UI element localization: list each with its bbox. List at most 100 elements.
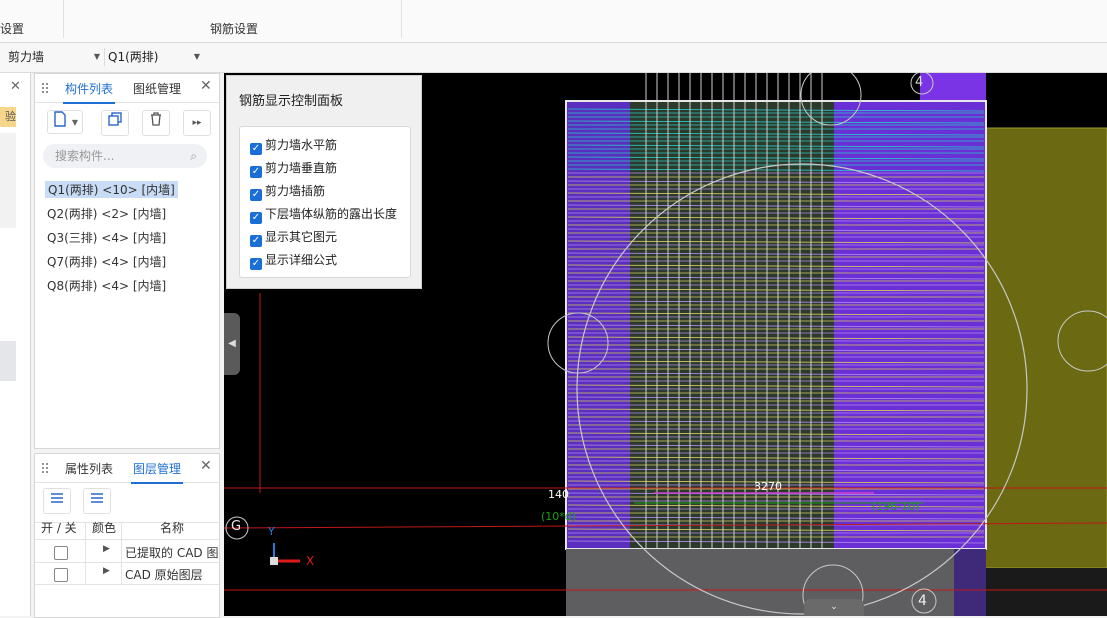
- formula-text: (10*d): [541, 510, 577, 523]
- option-label: 剪力墙水平筋: [265, 138, 338, 152]
- component-list-panel: 构件列表 图纸管理 ✕ ▼ ▸▸ 搜索构件... ⌕ Q1(两排) <10> […: [34, 73, 220, 449]
- option-label: 剪力墙垂直筋: [265, 161, 338, 175]
- layer-toggle-checkbox[interactable]: [54, 546, 68, 560]
- left-nav-panel: ✕ 验: [0, 73, 31, 616]
- table-divider: [35, 539, 219, 540]
- table-divider: [35, 562, 219, 563]
- close-icon[interactable]: ✕: [200, 78, 212, 94]
- rebar-display-control-panel: 钢筋显示控制面板 ✓ 剪力墙水平筋 ✓ 剪力墙垂直筋 ✓ 剪力墙插筋 ✓ 下层墙体纵筋的…: [226, 75, 422, 289]
- chevron-down-icon: ▼: [93, 52, 100, 61]
- tab-component-list[interactable]: 构件列表: [62, 80, 116, 104]
- layer-panel-tabs: 属性列表 图层管理 ✕: [35, 454, 219, 484]
- component-search-input[interactable]: 搜索构件... ⌕: [43, 144, 207, 168]
- tab-properties[interactable]: 属性列表: [65, 460, 113, 477]
- layers-icon: [91, 493, 103, 503]
- dimension-text: 140: [548, 488, 569, 501]
- new-file-icon: [54, 111, 66, 127]
- collapse-panel-handle[interactable]: ◀: [224, 313, 240, 375]
- list-item[interactable]: Q7(两排) <4> [内墙]: [47, 253, 166, 270]
- ucs-x-label: X: [306, 554, 315, 568]
- list-item-selected[interactable]: Q1(两排) <10> [内墙]: [45, 181, 178, 198]
- list-item[interactable]: Q3(三排) <4> [内墙]: [47, 229, 166, 246]
- options-box: ✓ 剪力墙水平筋 ✓ 剪力墙垂直筋 ✓ 剪力墙插筋 ✓ 下层墙体纵筋的露出长度 ✓ 显示其…: [239, 126, 411, 278]
- panel-title: 钢筋显示控制面板: [239, 94, 344, 109]
- component-name-value: Q1(两排): [108, 50, 159, 64]
- option-lower-wall-exposure[interactable]: ✓ 下层墙体纵筋的露出长度: [250, 205, 397, 224]
- close-icon[interactable]: ✕: [200, 458, 212, 474]
- drag-handle-icon[interactable]: [41, 462, 49, 474]
- table-divider: [35, 584, 219, 585]
- table-divider: [121, 522, 122, 584]
- axis-label-bottom: 4: [918, 593, 927, 609]
- badge: 验: [0, 107, 16, 127]
- component-panel-tabs: 构件列表 图纸管理 ✕: [35, 74, 219, 104]
- component-type-select[interactable]: 剪力墙 ▼: [8, 46, 104, 68]
- dimension-text: 3270: [754, 480, 782, 493]
- ribbon-divider: [63, 0, 64, 38]
- layer-name: 已提取的 CAD 图: [125, 546, 219, 560]
- component-name-select[interactable]: Q1(两排) ▼: [108, 46, 204, 68]
- ucs-y-label: Y: [268, 525, 275, 538]
- chevron-down-icon[interactable]: ⌄: [804, 599, 864, 616]
- hide-layers-button[interactable]: [83, 488, 111, 514]
- checkbox-checked-icon[interactable]: ✓: [250, 258, 262, 270]
- tab-layer-management[interactable]: 图层管理: [130, 460, 184, 484]
- option-dowel-rebar[interactable]: ✓ 剪力墙插筋: [250, 182, 325, 201]
- layer-toggle-checkbox[interactable]: [54, 568, 68, 582]
- expand-icon[interactable]: ▶: [103, 544, 110, 554]
- option-label: 显示详细公式: [265, 253, 338, 267]
- list-item[interactable]: Q2(两排) <2> [内墙]: [47, 205, 166, 222]
- foundation-purple: [954, 549, 986, 616]
- option-horizontal-rebar[interactable]: ✓ 剪力墙水平筋: [250, 136, 337, 155]
- checkbox-checked-icon[interactable]: ✓: [250, 166, 262, 178]
- chevron-down-icon: ▼: [71, 118, 78, 127]
- layer-name: CAD 原始图层: [125, 568, 203, 582]
- layer-management-panel: 属性列表 图层管理 ✕ 开 / 关 颜色 名称 ▶ 已提取的 CAD 图 ▶ C…: [34, 453, 220, 618]
- formula-text: (196-10): [872, 500, 920, 513]
- checkbox-checked-icon[interactable]: ✓: [250, 212, 262, 224]
- drag-handle-icon[interactable]: [41, 82, 49, 94]
- more-actions-button[interactable]: ▸▸: [183, 110, 211, 136]
- ribbon: 设置 钢筋设置: [0, 0, 1107, 43]
- chevron-down-icon: ▼: [193, 52, 200, 61]
- show-layers-button[interactable]: [43, 488, 71, 514]
- new-component-button[interactable]: ▼: [47, 110, 83, 134]
- column-header-color: 颜色: [92, 521, 117, 535]
- axis-label-top: 4: [915, 75, 924, 90]
- wall-end-purple: [834, 101, 986, 549]
- close-icon[interactable]: ✕: [10, 79, 21, 94]
- checkbox-checked-icon[interactable]: ✓: [250, 189, 262, 201]
- layers-icon: [51, 493, 63, 503]
- column-header-toggle: 开 / 关: [41, 521, 77, 535]
- nav-item[interactable]: [0, 133, 16, 228]
- option-other-elements[interactable]: ✓ 显示其它图元: [250, 228, 337, 247]
- rebar-settings-group-label: 钢筋设置: [210, 22, 259, 36]
- option-detailed-formula[interactable]: ✓ 显示详细公式: [250, 251, 337, 270]
- search-placeholder: 搜索构件...: [55, 149, 115, 163]
- option-vertical-rebar[interactable]: ✓ 剪力墙垂直筋: [250, 159, 337, 178]
- search-icon: ⌕: [190, 149, 197, 163]
- component-type-value: 剪力墙: [8, 50, 45, 64]
- option-label: 显示其它图元: [265, 230, 338, 244]
- column-header-name: 名称: [160, 521, 185, 535]
- option-label: 剪力墙插筋: [265, 184, 326, 198]
- settings-group-label: 设置: [0, 22, 25, 36]
- trash-icon: [151, 112, 161, 126]
- tab-drawing-management[interactable]: 图纸管理: [133, 80, 181, 97]
- table-divider: [85, 522, 86, 584]
- checkbox-checked-icon[interactable]: ✓: [250, 143, 262, 155]
- list-item[interactable]: Q8(两排) <4> [内墙]: [47, 277, 166, 294]
- checkbox-checked-icon[interactable]: ✓: [250, 235, 262, 247]
- expand-icon[interactable]: ▶: [103, 566, 110, 576]
- axis-label-left: G: [231, 519, 242, 534]
- selection-toolbar: 剪力墙 ▼ Q1(两排) ▼: [0, 43, 1107, 73]
- column-top: [920, 73, 986, 101]
- delete-component-button[interactable]: [142, 110, 170, 136]
- toolbar-divider: [104, 48, 105, 66]
- option-label: 下层墙体纵筋的露出长度: [265, 207, 398, 221]
- nav-item-selected[interactable]: [0, 341, 16, 381]
- copy-icon: [108, 112, 122, 126]
- olive-wall-region: [984, 128, 1107, 568]
- copy-component-button[interactable]: [101, 110, 129, 136]
- ribbon-divider: [401, 0, 402, 38]
